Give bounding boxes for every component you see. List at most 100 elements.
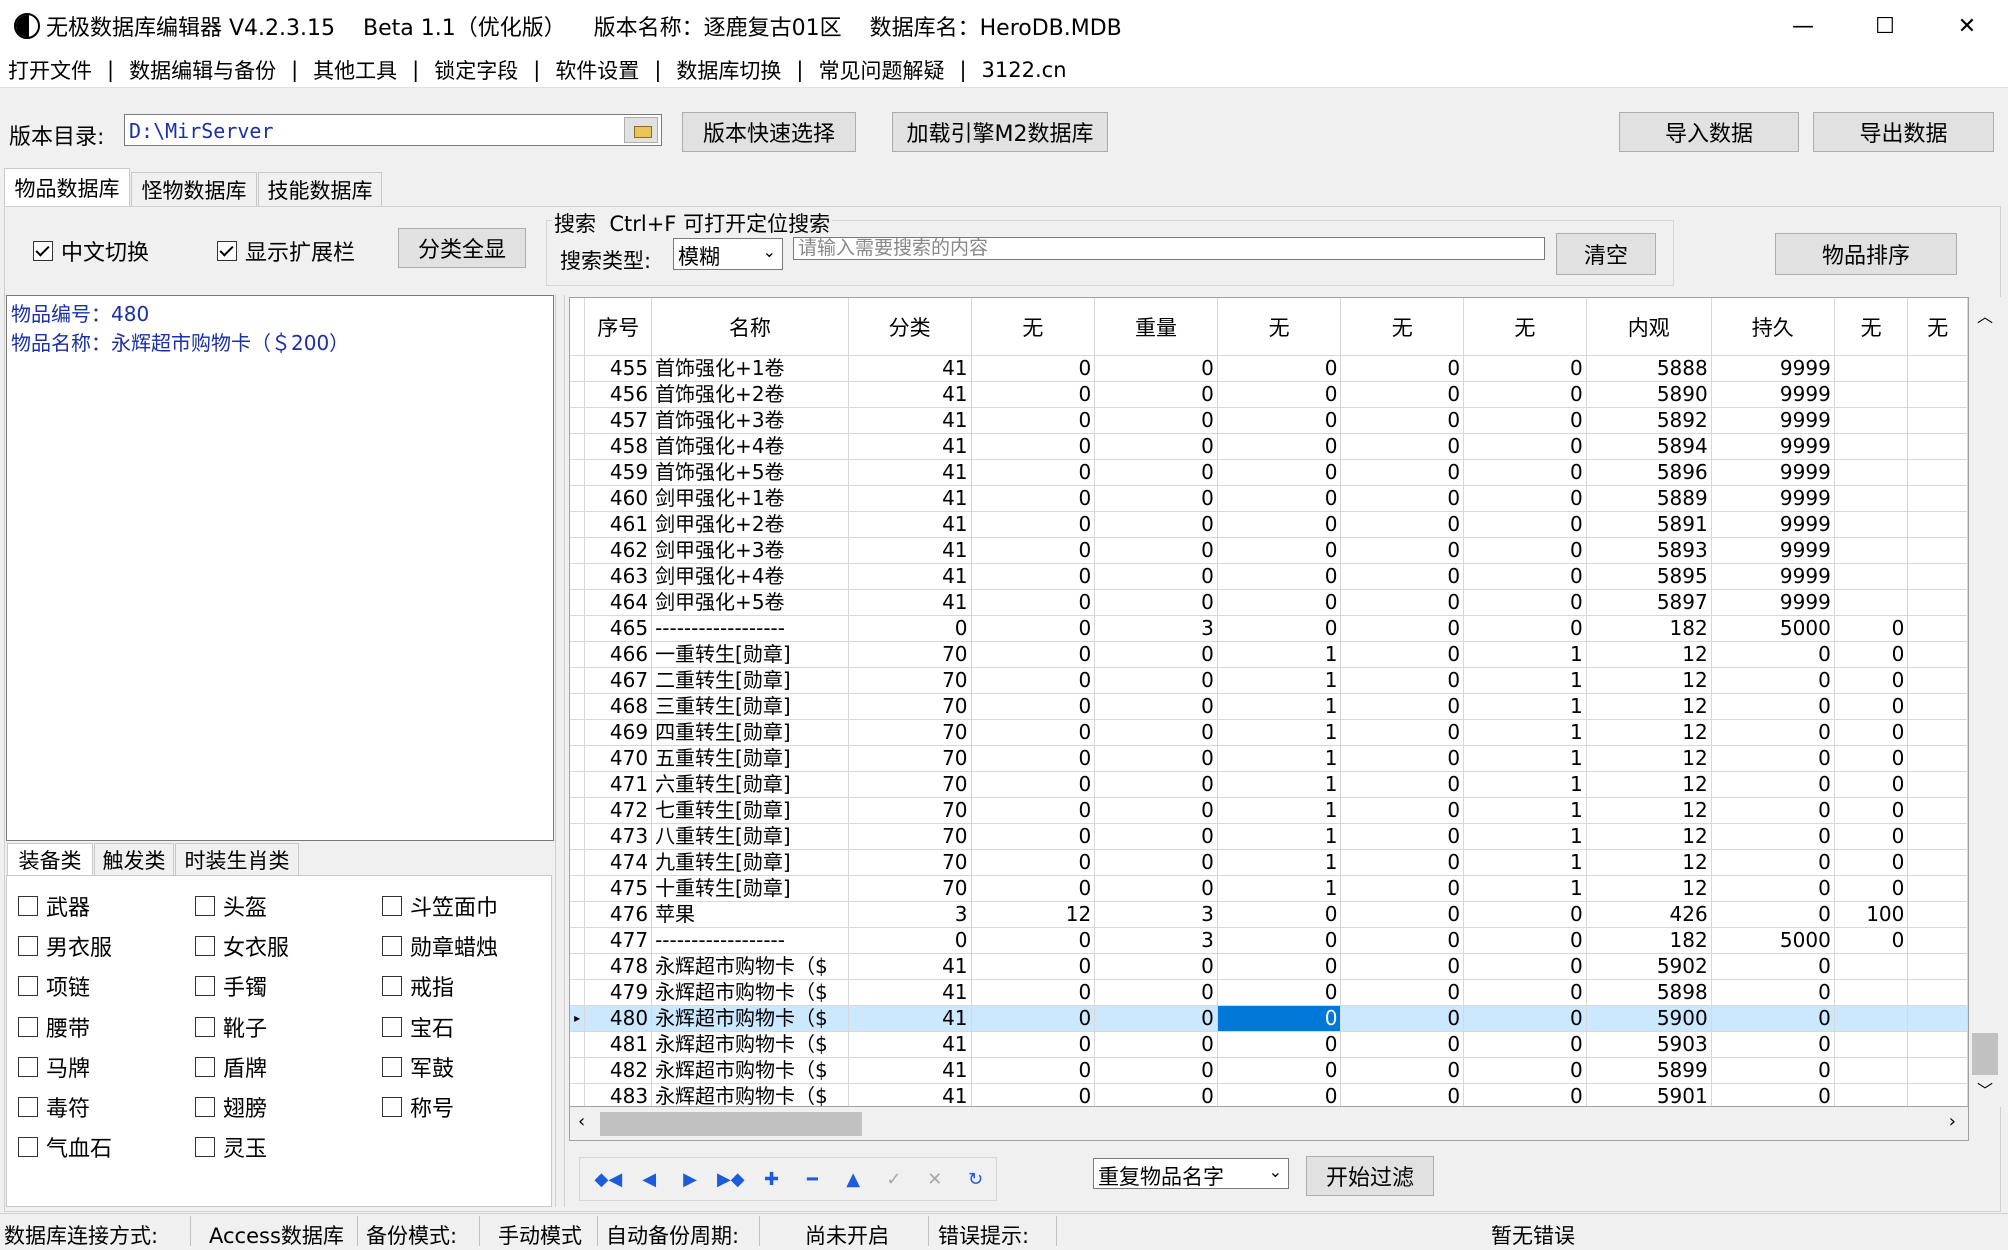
table-cell[interactable]: 0 bbox=[1217, 615, 1342, 642]
table-cell[interactable] bbox=[1834, 511, 1909, 538]
table-cell[interactable] bbox=[1834, 381, 1909, 408]
category-checkbox[interactable]: 马牌 bbox=[18, 1051, 90, 1083]
tab-items[interactable]: 物品数据库 bbox=[4, 168, 130, 206]
table-cell[interactable]: 70 bbox=[848, 693, 972, 720]
table-cell[interactable] bbox=[1907, 797, 1968, 824]
table-cell[interactable] bbox=[1834, 459, 1909, 486]
table-cell[interactable]: 5891 bbox=[1586, 511, 1712, 538]
table-cell[interactable]: 0 bbox=[971, 1083, 1096, 1106]
table-cell[interactable]: 0 bbox=[1463, 979, 1587, 1006]
search-type-select[interactable]: 模糊 ⌄ bbox=[673, 238, 783, 270]
column-header[interactable]: 持久 bbox=[1711, 298, 1835, 356]
table-cell[interactable]: 470 bbox=[584, 745, 653, 772]
table-cell[interactable]: 465 bbox=[584, 615, 653, 642]
category-checkbox[interactable]: 盾牌 bbox=[195, 1051, 267, 1083]
table-cell[interactable]: 剑甲强化+2卷 bbox=[651, 511, 849, 538]
table-cell[interactable]: 5894 bbox=[1586, 433, 1712, 460]
table-row[interactable]: 465 ------------------ 0 0 3 0 0 0 182 5000 0 bbox=[570, 615, 1968, 642]
table-cell[interactable]: 0 bbox=[1834, 771, 1909, 798]
scroll-up-icon[interactable]: ︿ bbox=[1977, 303, 1993, 327]
first-icon[interactable]: ◆◀ bbox=[588, 1169, 629, 1190]
table-cell[interactable]: 5900 bbox=[1586, 1005, 1712, 1032]
checkbox-box[interactable] bbox=[195, 896, 215, 916]
table-cell[interactable]: 1 bbox=[1463, 667, 1587, 694]
table-cell[interactable]: 六重转生[勋章] bbox=[651, 771, 849, 798]
scroll-down-icon[interactable]: ﹀ bbox=[1977, 1077, 1993, 1101]
table-cell[interactable]: 41 bbox=[848, 953, 972, 980]
table-cell[interactable]: 100 bbox=[1834, 901, 1909, 928]
category-checkbox[interactable]: 翅膀 bbox=[195, 1091, 267, 1123]
table-cell[interactable]: 1 bbox=[1217, 667, 1342, 694]
insert-icon[interactable]: ✚ bbox=[751, 1169, 792, 1190]
table-cell[interactable]: 0 bbox=[1711, 953, 1835, 980]
table-row[interactable]: 476 苹果 3 12 3 0 0 0 426 0 100 bbox=[570, 901, 1968, 928]
table-cell[interactable]: 1 bbox=[1217, 745, 1342, 772]
table-cell[interactable]: 0 bbox=[971, 849, 1096, 876]
table-cell[interactable]: 0 bbox=[1094, 459, 1218, 486]
table-cell[interactable] bbox=[1834, 537, 1909, 564]
column-header[interactable]: 分类 bbox=[848, 298, 972, 356]
checkbox-box[interactable] bbox=[195, 976, 215, 996]
table-cell[interactable]: 一重转生[勋章] bbox=[651, 641, 849, 668]
table-cell[interactable]: 0 bbox=[1094, 355, 1218, 382]
table-cell[interactable]: 481 bbox=[584, 1031, 653, 1058]
table-cell[interactable]: 0 bbox=[1094, 1005, 1218, 1032]
table-cell[interactable]: 0 bbox=[1094, 745, 1218, 772]
edit-icon[interactable]: ▲ bbox=[833, 1169, 874, 1190]
table-row[interactable]: 455 首饰强化+1卷 41 0 0 0 0 0 5888 9999 bbox=[570, 355, 1968, 382]
table-cell[interactable]: 0 bbox=[1340, 719, 1465, 746]
table-cell[interactable]: 0 bbox=[1711, 1083, 1835, 1106]
table-cell[interactable]: 5888 bbox=[1586, 355, 1712, 382]
table-cell[interactable]: 0 bbox=[1340, 563, 1465, 590]
table-cell[interactable]: 0 bbox=[1463, 485, 1587, 512]
scroll-left-icon[interactable]: ‹ bbox=[578, 1111, 585, 1132]
table-cell[interactable] bbox=[1834, 1031, 1909, 1058]
table-cell[interactable]: 0 bbox=[1834, 875, 1909, 902]
column-header[interactable]: 无 bbox=[1217, 298, 1342, 356]
table-cell[interactable]: 41 bbox=[848, 355, 972, 382]
table-cell[interactable]: 1 bbox=[1463, 641, 1587, 668]
table-cell[interactable]: 0 bbox=[971, 771, 1096, 798]
table-cell[interactable]: 0 bbox=[1340, 641, 1465, 668]
table-cell[interactable]: 5898 bbox=[1586, 979, 1712, 1006]
table-cell[interactable]: 41 bbox=[848, 1057, 972, 1084]
table-cell[interactable] bbox=[1907, 875, 1968, 902]
table-cell[interactable]: 9999 bbox=[1711, 459, 1835, 486]
table-cell[interactable]: 0 bbox=[971, 589, 1096, 616]
column-header[interactable]: 无 bbox=[1463, 298, 1587, 356]
table-cell[interactable]: 9999 bbox=[1711, 355, 1835, 382]
table-cell[interactable]: 41 bbox=[848, 1005, 972, 1032]
menu-item[interactable]: 数据编辑与备份 bbox=[129, 55, 276, 85]
table-row[interactable]: 467 二重转生[勋章] 70 0 0 1 0 1 12 0 0 bbox=[570, 667, 1968, 694]
table-cell[interactable]: 0 bbox=[971, 485, 1096, 512]
table-cell[interactable]: 永辉超市购物卡（$ bbox=[651, 1083, 849, 1106]
table-cell[interactable]: 41 bbox=[848, 485, 972, 512]
table-cell[interactable]: 482 bbox=[584, 1057, 653, 1084]
table-cell[interactable]: 12 bbox=[1586, 693, 1712, 720]
table-cell[interactable]: 0 bbox=[1094, 407, 1218, 434]
table-cell[interactable] bbox=[1907, 667, 1968, 694]
table-cell[interactable]: 0 bbox=[1463, 615, 1587, 642]
table-cell[interactable]: 3 bbox=[1094, 927, 1218, 954]
table-cell[interactable]: 0 bbox=[971, 875, 1096, 902]
table-cell[interactable]: 0 bbox=[1340, 875, 1465, 902]
table-cell[interactable] bbox=[1907, 1083, 1968, 1106]
table-cell[interactable]: 9999 bbox=[1711, 589, 1835, 616]
table-cell[interactable] bbox=[1907, 901, 1968, 928]
tab-skills[interactable]: 技能数据库 bbox=[258, 172, 382, 206]
table-cell[interactable]: 1 bbox=[1463, 745, 1587, 772]
table-cell[interactable]: 0 bbox=[1834, 719, 1909, 746]
checkbox-box[interactable] bbox=[195, 1137, 215, 1157]
table-cell[interactable]: 四重转生[勋章] bbox=[651, 719, 849, 746]
table-cell[interactable] bbox=[1907, 693, 1968, 720]
table-row[interactable]: 477 ------------------ 0 0 3 0 0 0 182 5000 0 bbox=[570, 927, 1968, 954]
table-cell[interactable]: 0 bbox=[1834, 797, 1909, 824]
checkbox-box[interactable] bbox=[18, 1017, 38, 1037]
checkbox-box[interactable] bbox=[195, 1057, 215, 1077]
table-cell[interactable]: 0 bbox=[971, 459, 1096, 486]
table-cell[interactable]: 9999 bbox=[1711, 433, 1835, 460]
table-cell[interactable]: 0 bbox=[1463, 511, 1587, 538]
table-cell[interactable]: 1 bbox=[1463, 823, 1587, 850]
table-cell[interactable]: 0 bbox=[1463, 953, 1587, 980]
table-cell[interactable]: 9999 bbox=[1711, 511, 1835, 538]
